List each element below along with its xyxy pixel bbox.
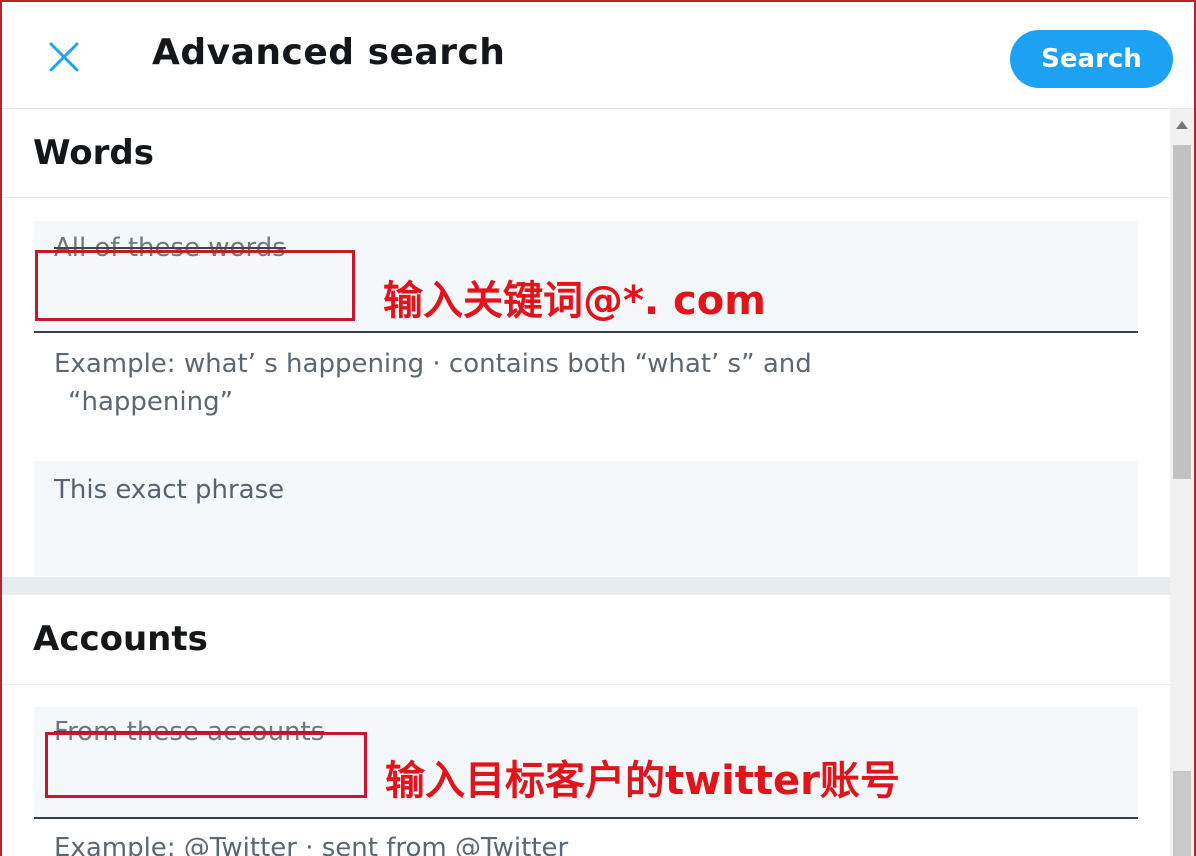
page-title: Advanced search: [152, 32, 506, 73]
scroll-track-lower: [1173, 771, 1191, 856]
accounts-section-title: Accounts: [33, 619, 208, 659]
close-icon: [49, 42, 79, 72]
annotation-keywords: 输入关键词@*. com: [383, 278, 766, 324]
all-words-example-hint: Example: what’ s happening · contains bo…: [54, 345, 812, 421]
hint-line-2: “happening”: [68, 387, 234, 417]
field-underline: [34, 817, 1138, 819]
annotation-accounts: 输入目标客户的twitter账号: [385, 758, 900, 804]
scroll-thumb[interactable]: [1173, 145, 1191, 479]
highlight-box-accounts: [45, 732, 367, 798]
field-underline: [34, 331, 1138, 333]
section-divider: [2, 684, 1170, 685]
scrollbar[interactable]: [1170, 109, 1194, 856]
section-divider: [2, 197, 1170, 198]
close-button[interactable]: [40, 33, 90, 83]
scroll-up-arrow-icon[interactable]: [1176, 121, 1188, 129]
this-exact-phrase-field[interactable]: This exact phrase: [34, 461, 1138, 576]
hint-line-1: Example: what’ s happening · contains bo…: [54, 349, 812, 379]
from-accounts-example-hint: Example: @Twitter · sent from @Twitter: [54, 833, 569, 856]
highlight-box-keywords: [35, 250, 355, 321]
search-button[interactable]: Search: [1010, 30, 1173, 88]
this-exact-phrase-label: This exact phrase: [54, 475, 285, 505]
modal-header: Advanced search Search: [2, 2, 1194, 109]
words-section-title: Words: [33, 133, 154, 173]
section-gap: [2, 577, 1170, 595]
